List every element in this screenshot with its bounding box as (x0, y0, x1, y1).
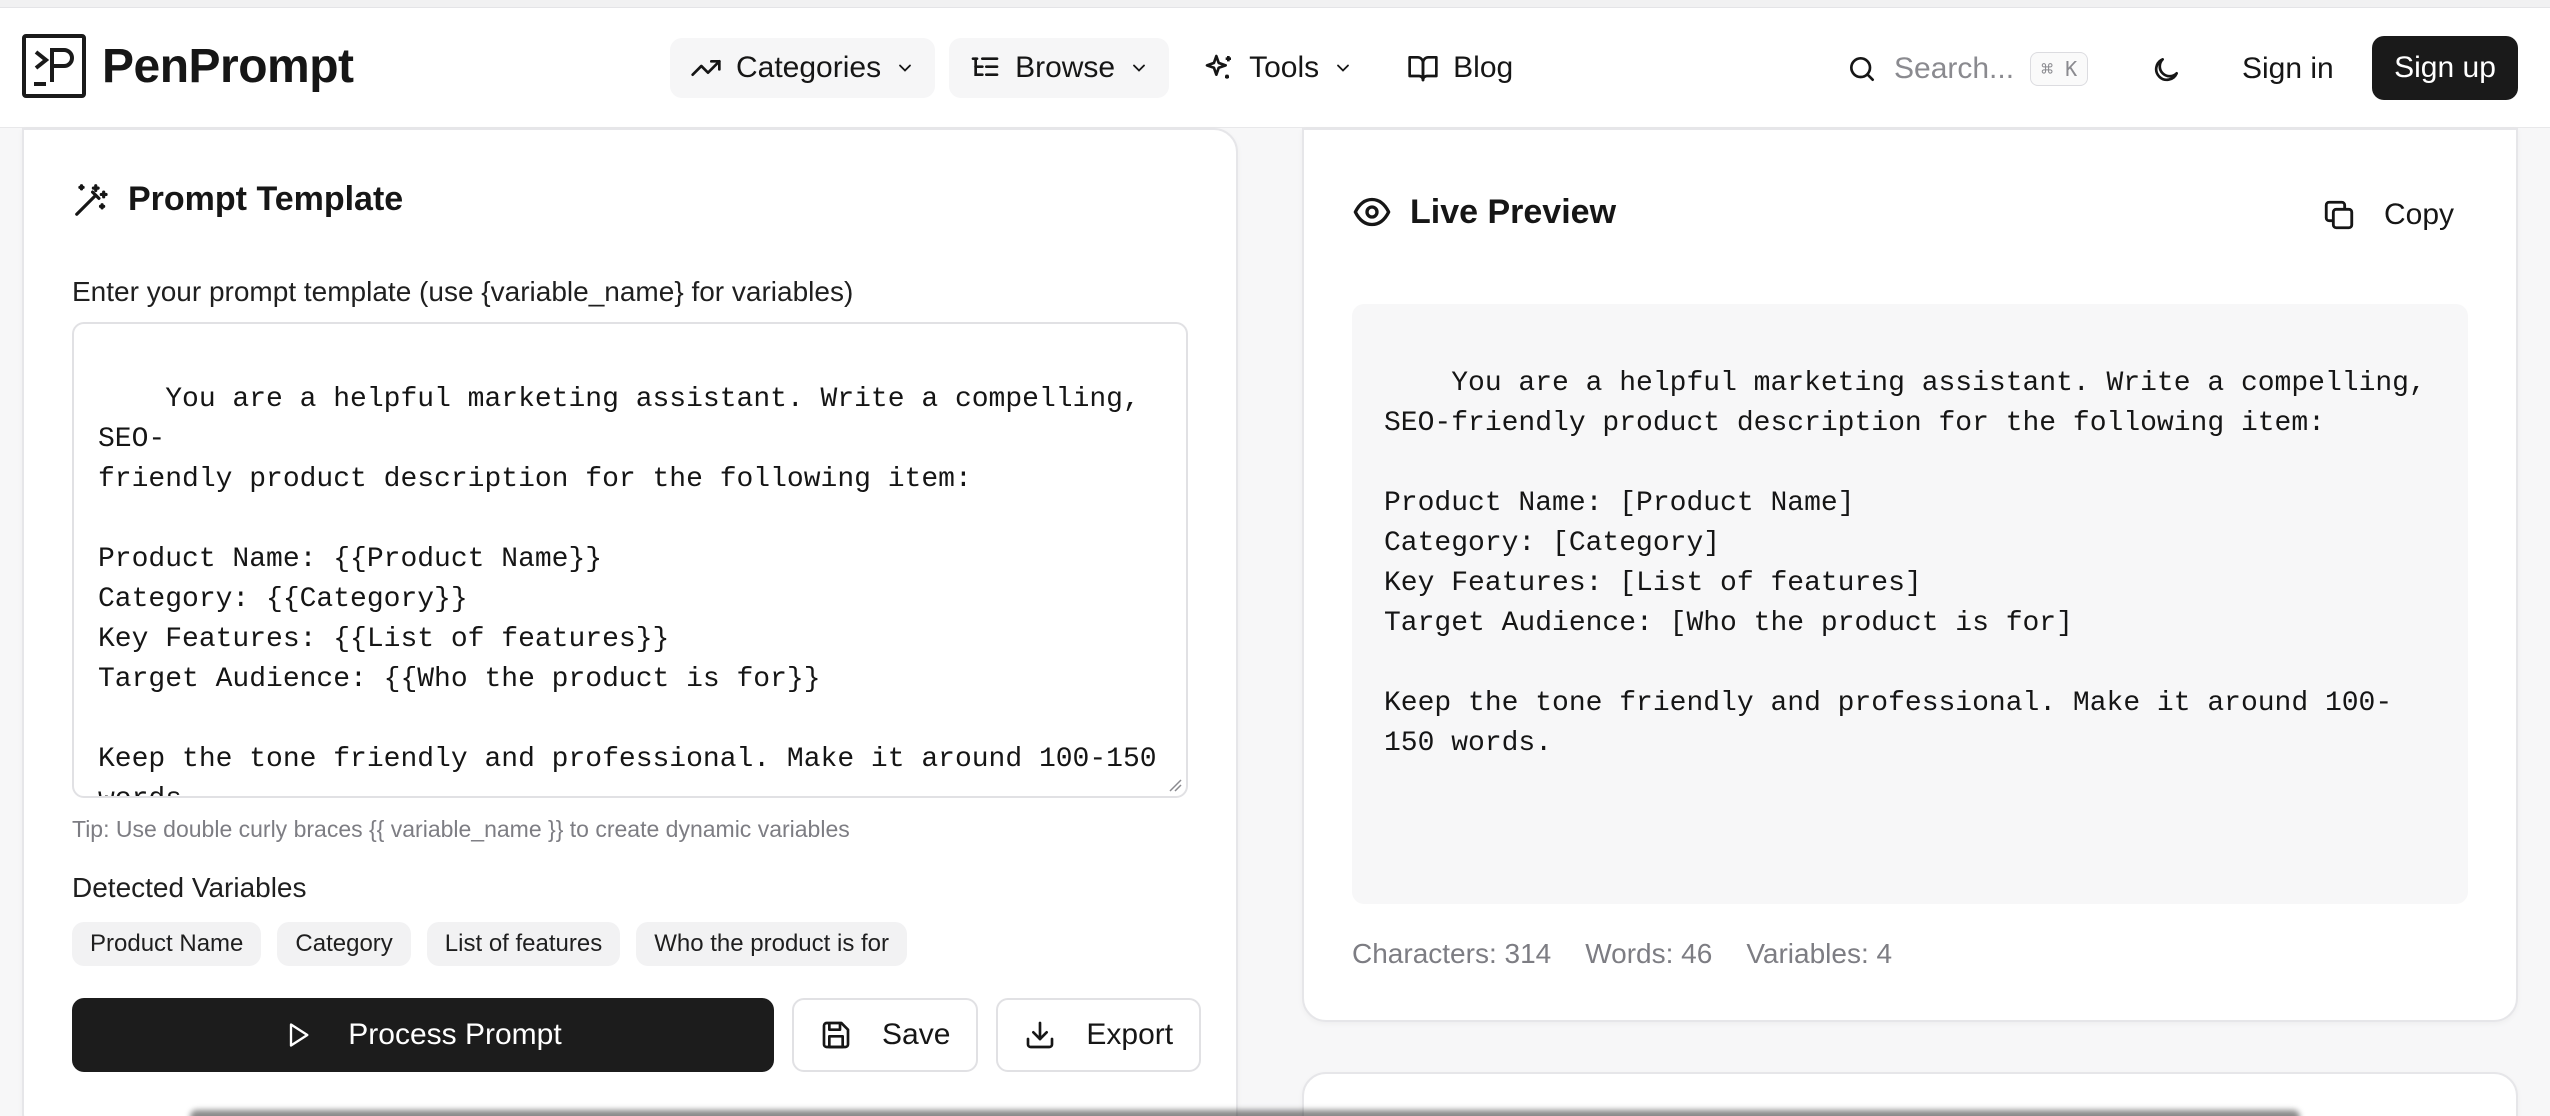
list-tree-icon (971, 57, 999, 76)
search-placeholder: Search... (1894, 52, 2015, 85)
bottom-dock-shadow (190, 1110, 2300, 1116)
logo-mark-icon (22, 34, 86, 98)
detected-variables-list: Product Name Category List of features W… (72, 922, 907, 966)
book-open-icon (1408, 56, 1438, 82)
character-count: Characters: 314 (1352, 938, 1552, 969)
sign-in-button[interactable]: Sign in (2220, 38, 2356, 100)
variables-tip: Tip: Use double curly braces {{ variable… (72, 816, 850, 842)
save-label: Save (882, 1018, 951, 1051)
live-preview-panel: Live Preview Copy You are a helpful mark… (1302, 128, 2518, 1022)
search-icon (1850, 57, 1874, 81)
prompt-template-textarea[interactable]: You are a helpful marketing assistant. W… (72, 322, 1188, 798)
chevron-down-icon (1133, 64, 1146, 72)
variable-chip: Who the product is for (636, 922, 907, 966)
export-label: Export (1086, 1018, 1174, 1051)
sign-up-button[interactable]: Sign up (2372, 36, 2518, 100)
download-icon (1027, 1021, 1054, 1049)
word-count: Words: 46 (1585, 938, 1713, 969)
chevron-down-icon (899, 64, 911, 72)
save-button[interactable]: Save (792, 998, 979, 1072)
nav-categories[interactable]: Categories (670, 38, 936, 98)
prompt-template-heading: Prompt Template (72, 180, 403, 219)
live-preview-title: Live Preview (1410, 192, 1617, 231)
variable-chip: Product Name (72, 922, 262, 966)
process-prompt-button[interactable]: Process Prompt (72, 998, 774, 1072)
copy-icon (2324, 200, 2354, 230)
variable-chip: List of features (426, 922, 621, 966)
site-header: PenPrompt Categories Browse Tools Blog S… (0, 8, 2550, 128)
template-actions: Process Prompt Save Export (72, 998, 1202, 1072)
trending-up-icon (691, 59, 721, 76)
nav-browse[interactable]: Browse (949, 38, 1170, 98)
brand-logo[interactable]: PenPrompt (22, 34, 354, 98)
brand-name: PenPrompt (102, 39, 354, 93)
search-shortcut-badge: ⌘ K (2030, 52, 2089, 86)
nav-blog[interactable]: Blog (1387, 38, 1533, 98)
nav-blog-label: Blog (1453, 51, 1514, 84)
nav-categories-label: Categories (736, 51, 882, 84)
sparkles-icon (1205, 54, 1232, 79)
prompt-template-text: You are a helpful marketing assistant. W… (98, 384, 1157, 796)
nav-tools[interactable]: Tools (1183, 38, 1373, 98)
copy-button[interactable]: Copy (2304, 184, 2472, 246)
variable-chip: Category (277, 922, 411, 966)
theme-toggle-button[interactable] (2144, 48, 2188, 92)
variable-count: Variables: 4 (1746, 938, 1893, 969)
preview-stats: Characters: 314 Words: 46 Variables: 4 (1352, 938, 1892, 970)
browser-top-edge (0, 0, 2550, 8)
moon-icon (2154, 58, 2178, 82)
preview-text: You are a helpful marketing assistant. W… (1384, 368, 2426, 759)
main-nav: Categories Browse Tools Blog (670, 38, 1533, 98)
detected-variables-title: Detected Variables (72, 872, 307, 903)
nav-browse-label: Browse (1015, 51, 1116, 84)
preview-output: You are a helpful marketing assistant. W… (1352, 304, 2468, 904)
search-input[interactable]: Search... ⌘ K (1846, 42, 2089, 96)
live-preview-heading: Live Preview (1352, 192, 1616, 232)
save-icon (822, 1021, 850, 1049)
eye-icon (1353, 197, 1391, 227)
chevron-down-icon (1337, 64, 1350, 72)
template-field-label: Enter your prompt template (use {variabl… (72, 276, 854, 307)
play-icon (290, 1023, 309, 1047)
resize-grip-icon[interactable] (1166, 776, 1182, 792)
prompt-template-panel: Prompt Template Enter your prompt templa… (22, 128, 1238, 1116)
process-prompt-label: Process Prompt (348, 1018, 562, 1051)
prompt-template-title: Prompt Template (128, 180, 404, 218)
nav-tools-label: Tools (1249, 51, 1320, 84)
export-button[interactable]: Export (996, 998, 1202, 1072)
copy-label: Copy (2384, 198, 2455, 231)
wand-sparkles-icon (75, 183, 108, 216)
